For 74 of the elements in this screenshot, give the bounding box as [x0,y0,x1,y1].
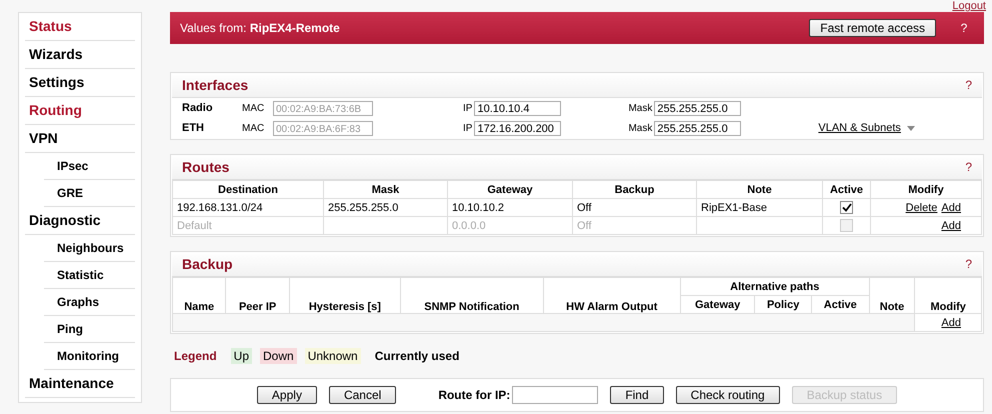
table-cell: RipEX1-Base [696,198,822,216]
legend-item: Up [230,348,252,364]
column-header: Note [696,180,822,198]
column-group-header: Alternative paths [680,278,870,296]
action-button[interactable]: Find [610,386,664,404]
table-cell: 192.168.131.0/24 [172,198,324,216]
column-header: Modify [914,278,982,314]
column-header: Mask [324,180,448,198]
table-cell: 255.255.255.0 [324,198,448,216]
menu-item[interactable]: Wizards [25,41,135,69]
menu-item[interactable]: Routing [25,97,135,125]
logout-link[interactable]: Logout [952,0,986,12]
menu-item[interactable]: VPN [25,125,135,153]
table-cell: Off [572,198,696,216]
panel-title: Interfaces [182,77,248,93]
column-header: Modify [870,180,982,198]
column-header: Active [822,180,870,198]
submenu-item[interactable]: Ping [44,316,135,343]
help-link[interactable]: ? [965,160,972,174]
help-link[interactable]: ? [954,21,974,35]
action-link[interactable]: Add [941,202,961,214]
menu-item[interactable]: Diagnostic [25,207,135,235]
column-header: Destination [172,180,324,198]
column-header: Name [172,278,226,314]
mac-label: MAC [242,102,266,114]
header-title: Values from: RipEX4-Remote [180,21,341,35]
panel-title: Backup [182,256,233,272]
help-link[interactable]: ? [965,257,972,271]
route-ip-field[interactable] [512,386,598,404]
table-cell: Off [572,216,696,234]
action-button[interactable]: Check routing [676,386,780,404]
mask-label: Mask [628,102,652,114]
ip-field[interactable]: 10.10.10.4 [474,100,562,116]
submenu-item[interactable]: Monitoring [44,343,135,370]
legend-title: Legend [174,349,217,363]
submenu-item[interactable]: IPsec [44,153,135,180]
mac-field: 00:02:A9:BA:73:6B [273,100,373,116]
interface-name: Radio [182,102,214,114]
fast-remote-access-button[interactable]: Fast remote access [809,19,936,37]
mask-label: Mask [628,122,652,134]
interface-name: ETH [182,122,205,134]
table-cell: 10.10.10.2 [448,198,572,216]
mac-field: 00:02:A9:BA:6F:83 [273,120,373,136]
table-cell: Default [172,216,324,234]
ip-label: IP [463,102,472,114]
column-header: Backup [572,180,696,198]
submenu-item[interactable]: Graphs [44,289,135,316]
add-link[interactable]: Add [941,316,961,328]
table-cell: 0.0.0.0 [448,216,572,234]
action-button[interactable]: Apply [256,386,317,404]
menu-item[interactable]: Maintenance [25,370,135,398]
legend-item: Down [260,348,297,364]
menu-item[interactable]: Status [25,13,135,41]
active-checkbox[interactable] [840,201,853,214]
mac-label: MAC [242,122,266,134]
caret-icon [906,126,915,130]
column-header: Gateway [448,180,572,198]
menu-item[interactable]: Settings [25,69,135,97]
panel-title: Routes [182,159,230,175]
help-link[interactable]: ? [965,78,972,92]
legend-item: Unknown [304,348,361,364]
legend-item: Currently used [374,349,460,363]
action-button[interactable]: Cancel [328,386,396,404]
submenu-item[interactable]: Statistic [44,262,135,289]
ip-field[interactable]: 172.16.200.200 [474,120,562,136]
vlan-subnets-link[interactable]: VLAN & Subnets [818,122,901,134]
submenu-item[interactable]: GRE [44,180,135,207]
mask-field[interactable]: 255.255.255.0 [654,100,742,116]
mask-field[interactable]: 255.255.255.0 [654,120,742,136]
route-for-ip-label: Route for IP: [438,388,510,402]
submenu-item[interactable]: Neighbours [44,235,135,262]
action-link[interactable]: Delete [906,202,938,214]
ip-label: IP [463,122,472,134]
column-header: SNMP Notification [400,278,544,314]
